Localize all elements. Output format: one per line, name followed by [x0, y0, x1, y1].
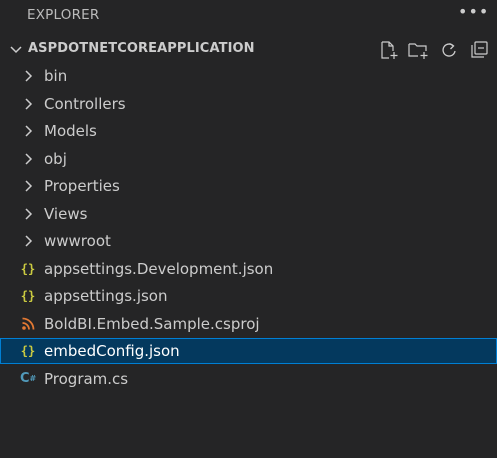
tree-item-folder[interactable]: Models	[0, 118, 497, 144]
collapse-all-icon[interactable]	[468, 39, 490, 61]
tree-item-label: wwwroot	[44, 232, 111, 250]
tree-item-label: bin	[44, 67, 68, 85]
tree-item-label: embedConfig.json	[44, 342, 180, 360]
tree-item-label: Models	[44, 122, 97, 140]
ellipsis-icon[interactable]: •••	[458, 4, 488, 23]
tree-item-file[interactable]: {} appsettings.Development.json	[0, 256, 497, 282]
explorer-title: EXPLORER	[27, 7, 100, 23]
tree-item-folder[interactable]: wwwroot	[0, 228, 497, 254]
tree-item-folder[interactable]: bin	[0, 63, 497, 89]
chevron-right-icon	[20, 151, 36, 167]
tree-item-folder[interactable]: Controllers	[0, 91, 497, 117]
tree-item-label: BoldBI.Embed.Sample.csproj	[44, 315, 260, 333]
chevron-right-icon	[20, 123, 36, 139]
chevron-right-icon	[20, 178, 36, 194]
tree-item-label: Controllers	[44, 95, 126, 113]
json-file-icon: {}	[20, 262, 36, 276]
new-file-icon[interactable]	[378, 39, 400, 61]
chevron-right-icon	[20, 233, 36, 249]
json-file-icon: {}	[20, 344, 36, 358]
chevron-right-icon	[20, 68, 36, 84]
new-folder-icon[interactable]	[407, 39, 429, 61]
tree-item-label: appsettings.json	[44, 287, 168, 305]
chevron-right-icon	[20, 206, 36, 222]
tree-item-label: Views	[44, 205, 88, 223]
rss-file-icon	[20, 316, 36, 332]
tree-item-file[interactable]: {} appsettings.json	[0, 283, 497, 309]
tree-item-folder[interactable]: obj	[0, 146, 497, 172]
csharp-file-icon: C#	[20, 371, 37, 386]
tree-item-folder[interactable]: Properties	[0, 173, 497, 199]
tree-item-label: appsettings.Development.json	[44, 260, 274, 278]
tree-item-folder[interactable]: Views	[0, 201, 497, 227]
refresh-icon[interactable]	[438, 39, 460, 61]
tree-item-label: obj	[44, 150, 67, 168]
tree-item-file-selected[interactable]: {} embedConfig.json	[0, 338, 497, 364]
chevron-right-icon	[20, 96, 36, 112]
explorer-header: EXPLORER •••	[0, 0, 497, 30]
explorer-panel: EXPLORER ••• ASPDOTNETCOREAPPLICATION bi…	[0, 0, 497, 458]
tree-item-label: Program.cs	[44, 370, 129, 388]
workspace-section-header[interactable]: ASPDOTNETCOREAPPLICATION	[0, 36, 497, 62]
workspace-title: ASPDOTNETCOREAPPLICATION	[28, 41, 255, 56]
chevron-down-icon	[8, 41, 24, 57]
tree-item-file[interactable]: C# Program.cs	[0, 366, 497, 392]
tree-item-file[interactable]: BoldBI.Embed.Sample.csproj	[0, 311, 497, 337]
json-file-icon: {}	[20, 289, 36, 303]
tree-item-label: Properties	[44, 177, 120, 195]
